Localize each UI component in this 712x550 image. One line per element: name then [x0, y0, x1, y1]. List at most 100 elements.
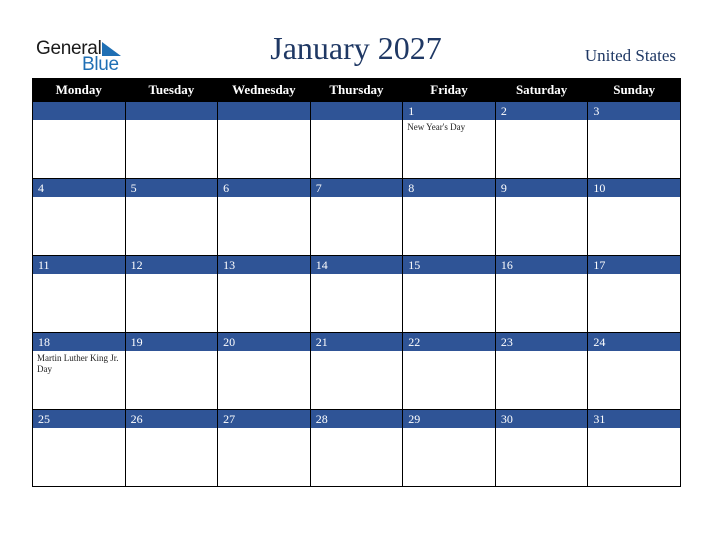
holiday-label [218, 197, 310, 199]
day-number: 28 [310, 410, 403, 428]
holiday-label [588, 351, 680, 353]
day-number: 17 [588, 256, 680, 274]
day-cell[interactable]: 21 [309, 332, 404, 410]
day-cell[interactable]: 11 [32, 255, 126, 333]
holiday-label [218, 351, 310, 353]
day-number: 7 [310, 179, 403, 197]
holiday-label [33, 197, 125, 199]
holiday-label [126, 120, 218, 122]
day-cell[interactable]: 7 [309, 178, 404, 256]
holiday-label [218, 274, 310, 276]
holiday-label [403, 351, 495, 353]
holiday-label [311, 197, 403, 199]
holiday-label [403, 197, 495, 199]
holiday-label [588, 197, 680, 199]
weekday-header: Sunday [587, 78, 681, 102]
day-cell[interactable]: 10 [587, 178, 681, 256]
day-cell[interactable]: 26 [124, 409, 219, 487]
day-number: 18 [33, 333, 125, 351]
day-number: 4 [33, 179, 125, 197]
day-cell[interactable] [124, 101, 219, 179]
holiday-label [33, 120, 125, 122]
holiday-label [496, 274, 588, 276]
day-number: 12 [125, 256, 218, 274]
holiday-label [403, 428, 495, 430]
day-cell[interactable]: 4 [32, 178, 126, 256]
day-cell[interactable]: 29 [402, 409, 496, 487]
day-number: 6 [218, 179, 310, 197]
holiday-label [33, 274, 125, 276]
holiday-label: Martin Luther King Jr. Day [37, 353, 119, 374]
day-number [125, 102, 218, 120]
week-row: 1 New Year's Day 2 3 [32, 101, 681, 179]
holiday-label [496, 428, 588, 430]
weekday-header: Monday [32, 78, 126, 102]
day-number: 27 [218, 410, 310, 428]
day-number: 10 [588, 179, 680, 197]
day-cell[interactable]: 31 [587, 409, 681, 487]
day-cell[interactable]: 6 [217, 178, 311, 256]
day-cell[interactable]: 8 [402, 178, 496, 256]
day-cell[interactable]: 20 [217, 332, 311, 410]
week-row: 25 26 27 28 29 30 31 [32, 409, 681, 487]
holiday-label [126, 351, 218, 353]
holiday-label [496, 120, 588, 122]
day-number: 13 [218, 256, 310, 274]
day-cell[interactable] [217, 101, 311, 179]
day-number [310, 102, 403, 120]
day-number: 1 [403, 102, 495, 120]
day-cell[interactable]: 28 [309, 409, 404, 487]
holiday-label [496, 197, 588, 199]
day-cell[interactable]: 18 Martin Luther King Jr. Day [32, 332, 126, 410]
holiday-label [126, 428, 218, 430]
day-number [218, 102, 310, 120]
weekday-header: Friday [402, 78, 496, 102]
holiday-label [126, 197, 218, 199]
day-cell[interactable]: 9 [494, 178, 589, 256]
day-number: 21 [310, 333, 403, 351]
day-number: 23 [495, 333, 588, 351]
holiday-label [218, 428, 310, 430]
day-number: 25 [33, 410, 125, 428]
day-cell[interactable]: 24 [587, 332, 681, 410]
day-number: 29 [403, 410, 495, 428]
day-cell[interactable]: 14 [309, 255, 404, 333]
day-number: 31 [588, 410, 680, 428]
day-number [33, 102, 125, 120]
day-cell[interactable]: 22 [402, 332, 496, 410]
day-number: 14 [310, 256, 403, 274]
day-cell[interactable]: 5 [124, 178, 219, 256]
day-cell[interactable]: 15 [402, 255, 496, 333]
day-number: 9 [495, 179, 588, 197]
day-cell[interactable]: 19 [124, 332, 219, 410]
day-cell[interactable]: 13 [217, 255, 311, 333]
holiday-label: New Year's Day [407, 122, 466, 132]
day-cell[interactable]: 3 [587, 101, 681, 179]
weekday-header-row: Monday Tuesday Wednesday Thursday Friday… [32, 78, 681, 102]
day-number: 2 [495, 102, 588, 120]
day-number: 22 [403, 333, 495, 351]
holiday-label [311, 120, 403, 122]
day-cell[interactable]: 1 New Year's Day [402, 101, 496, 179]
day-number: 15 [403, 256, 495, 274]
day-cell[interactable]: 23 [494, 332, 589, 410]
day-cell[interactable] [309, 101, 404, 179]
day-cell[interactable]: 2 [494, 101, 589, 179]
day-cell[interactable]: 27 [217, 409, 311, 487]
day-cell[interactable]: 25 [32, 409, 126, 487]
day-cell[interactable]: 16 [494, 255, 589, 333]
holiday-label [311, 428, 403, 430]
week-row: 11 12 13 14 15 16 17 [32, 255, 681, 333]
day-cell[interactable] [32, 101, 126, 179]
holiday-label [33, 428, 125, 430]
holiday-label [311, 274, 403, 276]
day-cell[interactable]: 30 [494, 409, 589, 487]
holiday-label [588, 120, 680, 122]
holiday-label [588, 274, 680, 276]
day-number: 11 [33, 256, 125, 274]
week-row: 4 5 6 7 8 9 10 [32, 178, 681, 256]
week-row: 18 Martin Luther King Jr. Day 19 20 21 22 23 24 [32, 332, 681, 410]
day-cell[interactable]: 12 [124, 255, 219, 333]
day-cell[interactable]: 17 [587, 255, 681, 333]
holiday-label [403, 274, 495, 276]
